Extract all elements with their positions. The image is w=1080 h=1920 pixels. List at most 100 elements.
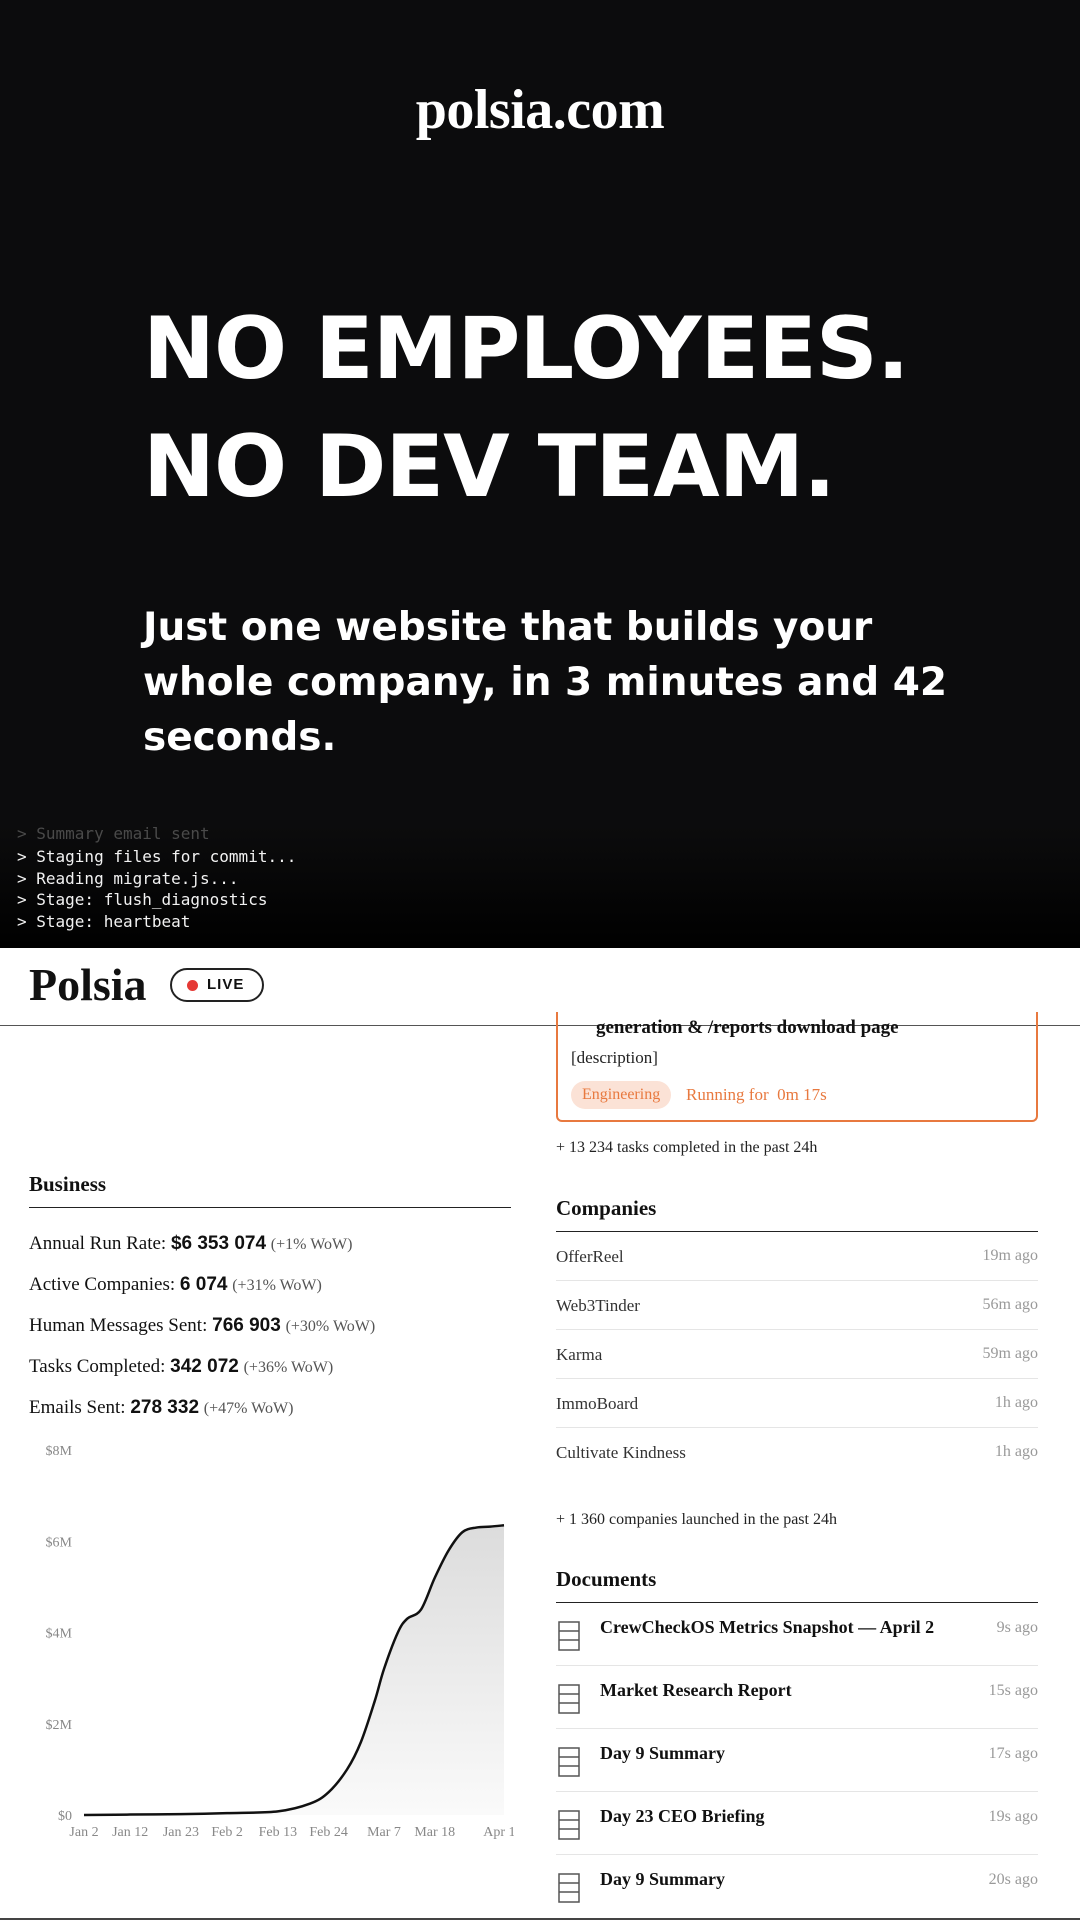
metric-change: (+47% WoW)	[203, 1400, 294, 1417]
document-time: 20s ago	[988, 1871, 1038, 1888]
company-name: OfferReel	[556, 1247, 624, 1266]
terminal-line: > Staging files for commit...	[17, 847, 297, 866]
document-title: Market Research Report	[600, 1680, 792, 1700]
document-icon	[558, 1810, 580, 1840]
document-icon	[558, 1684, 580, 1714]
terminal-line: > Summary email sent	[17, 824, 210, 843]
business-title: Business	[29, 1172, 511, 1208]
metric-change: (+1% WoW)	[270, 1236, 353, 1253]
company-row[interactable]: OfferReel 19m ago	[556, 1232, 1038, 1281]
y-tick-label: $8M	[46, 1444, 73, 1459]
headline-line: NO EMPLOYEES.	[143, 299, 910, 399]
company-time: 1h ago	[994, 1394, 1038, 1411]
metric-value: 278 332	[130, 1397, 200, 1418]
tasks-completed-note: + 13 234 tasks completed in the past 24h	[556, 1139, 818, 1156]
headline-line: NO DEV TEAM.	[143, 417, 836, 517]
document-row[interactable]: Day 9 Summary 17s ago	[556, 1729, 1038, 1792]
metric-label: Human Messages Sent:	[29, 1315, 208, 1336]
x-tick-label: Jan 12	[112, 1825, 148, 1840]
metric-value: 342 072	[170, 1356, 239, 1377]
brand-domain[interactable]: polsia.com	[0, 78, 1080, 142]
live-label: LIVE	[207, 976, 245, 993]
company-time: 19m ago	[982, 1247, 1038, 1264]
x-tick-label: Mar 18	[414, 1825, 455, 1840]
company-name: Cultivate Kindness	[556, 1443, 686, 1462]
metric-value: $6 353 074	[170, 1233, 267, 1254]
y-tick-label: $2M	[46, 1718, 73, 1733]
metric-change: (+36% WoW)	[243, 1359, 334, 1376]
company-name: Web3Tinder	[556, 1296, 640, 1315]
metric-change: (+30% WoW)	[285, 1318, 376, 1335]
logo[interactable]: Polsia	[29, 958, 147, 1011]
documents-section: Documents CrewCheckOS Metrics Snapshot —…	[556, 1567, 1038, 1917]
task-running-time: Running for 0m 17s	[686, 1085, 827, 1104]
task-title: generation & /reports download page	[596, 1017, 899, 1038]
metric-tasks-completed: Tasks Completed: 342 072 (+36% WoW)	[29, 1356, 333, 1378]
terminal-line: > Reading migrate.js...	[17, 869, 239, 888]
live-dot-icon	[187, 980, 198, 991]
metric-label: Emails Sent:	[29, 1397, 126, 1418]
x-tick-label: Jan 23	[163, 1825, 199, 1840]
x-tick-label: Apr 1	[483, 1825, 514, 1840]
document-time: 19s ago	[988, 1808, 1038, 1825]
metric-value: 6 074	[179, 1274, 228, 1295]
company-name: Karma	[556, 1345, 603, 1364]
companies-launched-note: + 1 360 companies launched in the past 2…	[556, 1511, 837, 1528]
documents-title: Documents	[556, 1567, 1038, 1603]
document-title: Day 23 CEO Briefing	[600, 1806, 765, 1826]
live-badge: LIVE	[170, 968, 264, 1002]
y-tick-label: $6M	[46, 1535, 73, 1550]
x-tick-label: Jan 2	[69, 1825, 98, 1840]
metric-emails-sent: Emails Sent: 278 332 (+47% WoW)	[29, 1397, 293, 1419]
document-row[interactable]: CrewCheckOS Metrics Snapshot — April 2 9…	[556, 1603, 1038, 1666]
document-row[interactable]: Day 23 CEO Briefing 19s ago	[556, 1792, 1038, 1855]
document-title: Day 9 Summary	[600, 1869, 725, 1889]
business-section: Business	[29, 1172, 511, 1208]
document-time: 9s ago	[996, 1619, 1038, 1636]
metric-human-messages: Human Messages Sent: 766 903 (+30% WoW)	[29, 1315, 375, 1337]
document-icon	[558, 1873, 580, 1903]
terminal-line: > Stage: heartbeat	[17, 912, 191, 931]
metric-change: (+31% WoW)	[232, 1277, 322, 1294]
metric-active-companies: Active Companies: 6 074 (+31% WoW)	[29, 1274, 322, 1296]
document-title: Day 9 Summary	[600, 1743, 725, 1763]
y-tick-label: $0	[58, 1809, 72, 1824]
document-icon	[558, 1621, 580, 1651]
companies-title: Companies	[556, 1196, 1038, 1232]
metric-label: Annual Run Rate:	[29, 1233, 167, 1254]
run-rate-chart: $0 $2M $4M $6M $8M Jan 2 Jan 12 Jan 23 Feb 2 Feb …	[46, 1444, 514, 1840]
task-description: [description]	[571, 1048, 658, 1067]
x-tick-label: Feb 24	[309, 1825, 348, 1840]
metric-label: Active Companies:	[29, 1274, 176, 1295]
hero-subheadline: Just one website that builds your whole …	[143, 605, 948, 760]
x-tick-label: Feb 2	[211, 1825, 243, 1840]
company-name: ImmoBoard	[556, 1394, 639, 1413]
hero-section: polsia.com NO EMPLOYEES. NO DEV TEAM. Ju…	[0, 0, 1080, 948]
series-area	[84, 1525, 504, 1815]
x-tick-label: Feb 13	[259, 1825, 298, 1840]
terminal-log: > Summary email sent > Staging files for…	[0, 824, 1080, 948]
y-tick-label: $4M	[46, 1627, 73, 1642]
x-tick-label: Mar 7	[367, 1825, 401, 1840]
document-title: CrewCheckOS Metrics Snapshot — April 2	[600, 1617, 935, 1637]
task-category-badge: Engineering	[571, 1081, 672, 1109]
metric-label: Tasks Completed:	[29, 1356, 166, 1377]
document-icon	[558, 1747, 580, 1777]
document-row[interactable]: Market Research Report 15s ago	[556, 1666, 1038, 1729]
metric-annual-run-rate: Annual Run Rate: $6 353 074 (+1% WoW)	[29, 1233, 352, 1255]
terminal-line: > Stage: flush_diagnostics	[17, 890, 268, 909]
document-time: 15s ago	[988, 1682, 1038, 1699]
company-time: 1h ago	[994, 1443, 1038, 1460]
document-row[interactable]: Day 9 Summary 20s ago	[556, 1855, 1038, 1917]
hero-headline: NO EMPLOYEES. NO DEV TEAM.	[143, 290, 910, 526]
metric-value: 766 903	[212, 1315, 281, 1336]
company-time: 59m ago	[982, 1345, 1038, 1362]
company-row[interactable]: Web3Tinder 56m ago	[556, 1281, 1038, 1330]
companies-section: Companies OfferReel 19m ago Web3Tinder 5…	[556, 1196, 1038, 1476]
running-task-card[interactable]: generation & /reports download page [des…	[556, 1012, 1038, 1122]
company-row[interactable]: Cultivate Kindness 1h ago	[556, 1428, 1038, 1476]
company-time: 56m ago	[982, 1296, 1038, 1313]
company-row[interactable]: Karma 59m ago	[556, 1330, 1038, 1379]
company-row[interactable]: ImmoBoard 1h ago	[556, 1379, 1038, 1428]
document-time: 17s ago	[988, 1745, 1038, 1762]
